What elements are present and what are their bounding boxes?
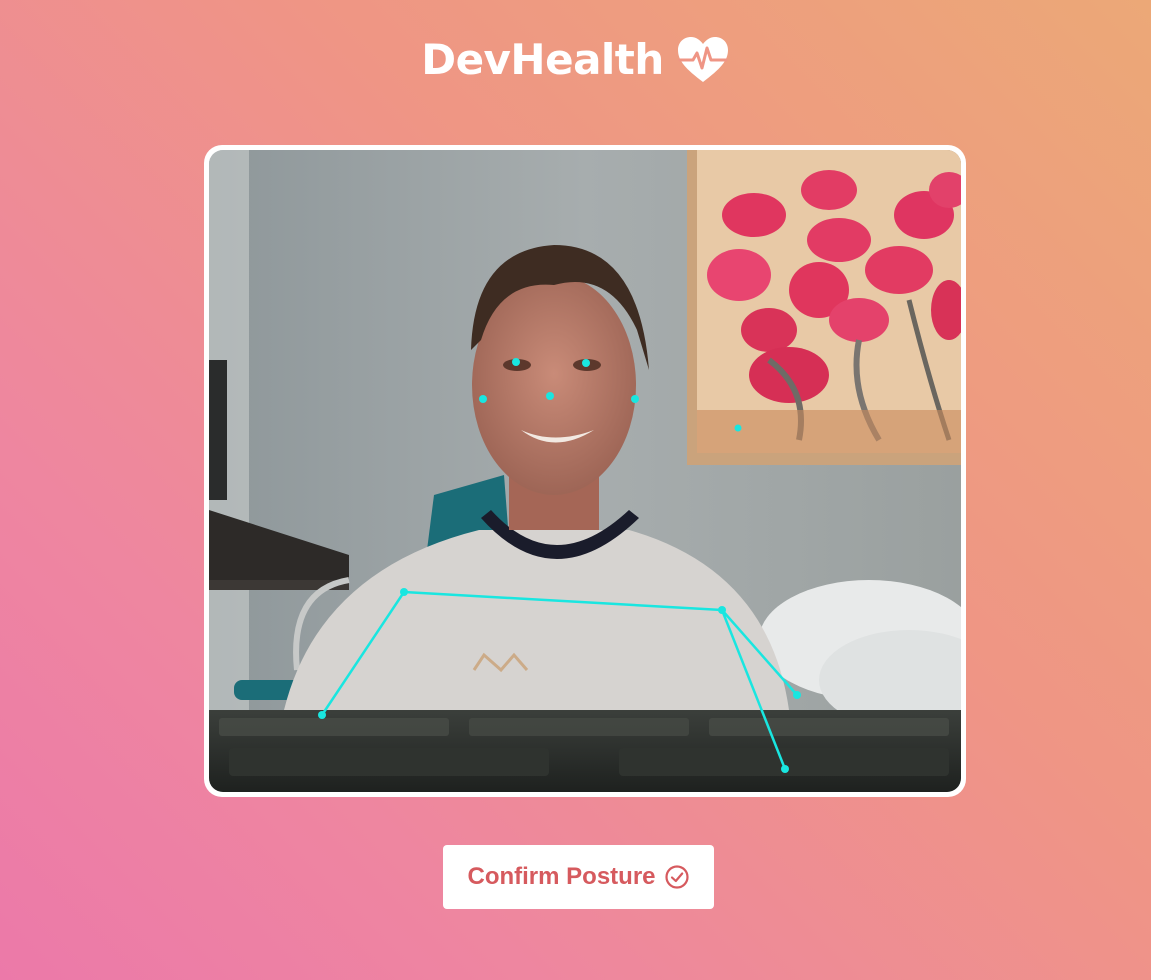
left-elbow-keypoint (318, 711, 326, 719)
wall-painting (687, 150, 961, 465)
webcam-frame (204, 145, 966, 797)
left-eye-keypoint (512, 358, 520, 366)
right-ear-keypoint (631, 395, 639, 403)
left-ear-keypoint (479, 395, 487, 403)
nose-keypoint (546, 392, 554, 400)
app-header: DevHealth (0, 30, 1151, 90)
webcam-feed (209, 150, 961, 792)
right-wrist-keypoint (781, 765, 789, 773)
brand-logo-text: DevHealth (421, 35, 664, 84)
confirm-posture-label: Confirm Posture (467, 863, 656, 890)
right-elbow-keypoint (793, 691, 801, 699)
stray-keypoint (734, 424, 742, 432)
keyboard-foreground (209, 710, 961, 792)
right-shoulder-keypoint (718, 606, 726, 614)
check-circle-icon (664, 865, 689, 889)
confirm-posture-button[interactable]: Confirm Posture (443, 845, 714, 909)
right-eye-keypoint (582, 359, 590, 367)
heart-pulse-icon (677, 37, 728, 82)
left-shoulder-keypoint (400, 588, 408, 596)
